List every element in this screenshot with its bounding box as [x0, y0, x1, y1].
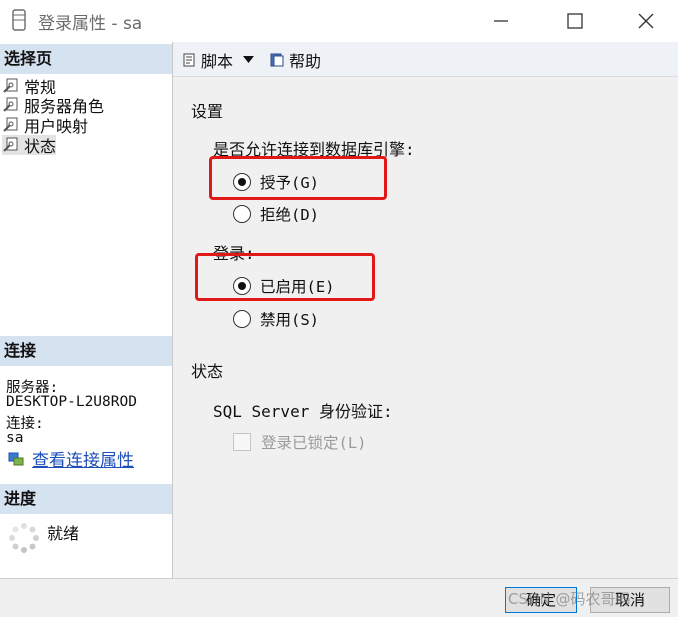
title-bar: 登录属性 - sa: [0, 0, 678, 42]
settings-heading: 设置: [191, 102, 224, 121]
database-icon: [12, 9, 26, 31]
minimize-button[interactable]: [484, 6, 518, 36]
server-value: DESKTOP-L2U8ROD: [6, 394, 137, 410]
progress-status: 就绪: [47, 524, 80, 543]
status-heading: 状态: [191, 362, 224, 381]
radio-button-unchecked[interactable]: [233, 205, 251, 223]
sidebar-item-user-mapping[interactable]: 用户映射: [2, 115, 88, 136]
connection-value: sa: [6, 430, 24, 446]
properties-content: 设置 是否允许连接到数据库引擎: 授予(G) 拒绝(D) 登录: 已启用(E) …: [173, 77, 678, 578]
window-title: 登录属性 - sa: [38, 14, 143, 34]
deny-radio[interactable]: 拒绝(D): [233, 203, 319, 225]
sidebar-item-status[interactable]: 状态: [2, 135, 57, 156]
close-icon: [638, 13, 654, 29]
script-icon: [183, 53, 195, 67]
help-label: 帮助: [289, 52, 322, 71]
script-button[interactable]: 脚本: [181, 48, 255, 72]
progress-header: 进度: [0, 484, 172, 514]
minimize-icon: [494, 20, 508, 22]
script-label: 脚本: [201, 52, 234, 71]
button-bar: 确定 取消: [0, 578, 678, 617]
chevron-down-icon: [243, 56, 255, 63]
close-button[interactable]: [629, 6, 663, 36]
ok-button[interactable]: 确定: [505, 587, 577, 613]
disabled-label: 禁用(S): [260, 311, 319, 329]
maximize-button[interactable]: [558, 6, 592, 36]
left-panel: 选择页 常规 服务器角色 用户映射 状态 连接 服务器: DESKTOP-L2U…: [0, 42, 173, 578]
cancel-button[interactable]: 取消: [590, 587, 670, 613]
sql-auth-label: SQL Server 身份验证:: [213, 402, 393, 421]
maximize-icon: [567, 13, 583, 29]
radio-button-unchecked[interactable]: [233, 310, 251, 328]
help-button[interactable]: 帮助: [269, 48, 321, 72]
connection-properties-icon: [8, 452, 24, 465]
page-wrench-icon: [3, 137, 18, 152]
help-icon: [270, 53, 284, 67]
select-page-header: 选择页: [0, 44, 172, 74]
login-locked-checkbox[interactable]: 登录已锁定(L): [233, 431, 367, 453]
highlight-box-enabled: [195, 253, 375, 301]
disabled-radio[interactable]: 禁用(S): [233, 308, 319, 330]
toolbar: 脚本 帮助: [173, 42, 678, 77]
spinner-icon: [9, 523, 39, 553]
connection-header: 连接: [0, 336, 172, 366]
page-wrench-icon: [3, 97, 18, 112]
view-connection-properties-link[interactable]: 查看连接属性: [8, 446, 134, 471]
view-connection-properties-label: 查看连接属性: [32, 451, 134, 471]
deny-label: 拒绝(D): [260, 206, 319, 224]
page-wrench-icon: [3, 117, 18, 132]
sidebar-item-server-roles[interactable]: 服务器角色: [2, 95, 104, 116]
sidebar-item-label: 状态: [24, 137, 57, 156]
login-locked-label: 登录已锁定(L): [261, 434, 367, 452]
checkbox-unchecked[interactable]: [233, 433, 251, 451]
highlight-box-grant: [209, 156, 387, 200]
page-wrench-icon: [3, 78, 18, 93]
